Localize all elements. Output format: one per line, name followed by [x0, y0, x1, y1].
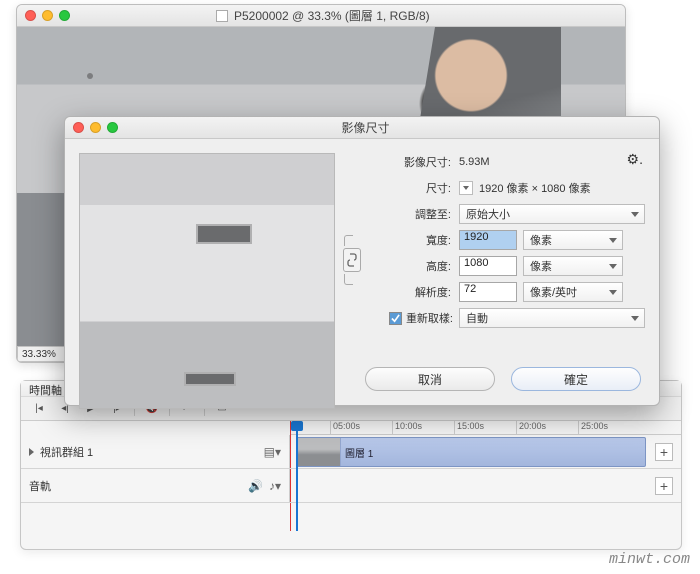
ruler-tick: 05:00s: [330, 421, 392, 434]
audio-track-label: 音軌: [29, 478, 51, 494]
document-title: P5200002 @ 33.3% (圖層 1, RGB/8): [234, 7, 430, 24]
dialog-preview: [79, 153, 335, 409]
speaker-icon[interactable]: 🔊: [248, 479, 263, 493]
add-audio-button[interactable]: +: [655, 477, 673, 495]
video-track-label: 視訊群組 1: [40, 444, 93, 460]
image-detail: [196, 224, 252, 244]
height-label: 高度:: [369, 258, 453, 274]
resample-checkbox[interactable]: [389, 312, 402, 325]
video-track-header[interactable]: 視訊群組 1 ▤▾: [21, 435, 290, 468]
document-titlebar[interactable]: P5200002 @ 33.3% (圖層 1, RGB/8): [17, 5, 625, 27]
image-detail: [184, 372, 236, 386]
audio-track-row: 音軌 🔊 ♪▾ +: [21, 469, 681, 503]
music-note-icon[interactable]: ♪▾: [269, 479, 281, 493]
dimensions-unit-select[interactable]: [459, 181, 473, 195]
dialog-titlebar[interactable]: 影像尺寸: [65, 117, 659, 139]
dimensions-label: 尺寸:: [349, 180, 453, 196]
dialog-title: 影像尺寸: [80, 119, 651, 136]
watermark: minwt.com: [609, 551, 690, 568]
preview-image: [80, 154, 334, 408]
fit-to-label: 調整至:: [349, 206, 453, 222]
resolution-unit-select[interactable]: 像素/英吋: [523, 282, 623, 302]
window-minimize-icon[interactable]: [42, 10, 53, 21]
check-icon: [391, 314, 400, 323]
resample-value: 自動: [466, 310, 488, 326]
image-size-value: 5.93M: [459, 156, 490, 168]
window-close-icon[interactable]: [25, 10, 36, 21]
image-size-dialog: 影像尺寸 ⚙. 影像尺寸: 5.93M 尺寸: 1920 像素 × 1080 像…: [64, 116, 660, 406]
height-unit-value: 像素: [530, 258, 552, 274]
zoom-value: 33.33%: [22, 349, 56, 360]
resolution-unit-value: 像素/英吋: [530, 284, 577, 300]
document-proxy-icon[interactable]: [216, 10, 228, 22]
image-detail: [87, 73, 93, 79]
disclosure-icon[interactable]: [29, 448, 34, 456]
fit-to-value: 原始大小: [466, 206, 510, 222]
window-maximize-icon[interactable]: [59, 10, 70, 21]
filmstrip-icon[interactable]: ▤▾: [264, 445, 281, 459]
goto-start-button[interactable]: |◂: [27, 400, 51, 418]
add-media-button[interactable]: +: [655, 443, 673, 461]
height-unit-select[interactable]: 像素: [523, 256, 623, 276]
height-input[interactable]: 1080: [459, 256, 517, 276]
width-input[interactable]: 1920: [459, 230, 517, 250]
width-unit-value: 像素: [530, 232, 552, 248]
ruler-tick: 25:00s: [578, 421, 640, 434]
dialog-buttons: 取消 確定: [365, 367, 641, 391]
ruler-tick: 10:00s: [392, 421, 454, 434]
cancel-button[interactable]: 取消: [365, 367, 495, 391]
dialog-form: 影像尺寸: 5.93M 尺寸: 1920 像素 × 1080 像素 調整至: 原…: [349, 149, 645, 363]
timeline-ruler[interactable]: 05:00s 10:00s 15:00s 20:00s 25:00s: [290, 421, 681, 435]
audio-track-header[interactable]: 音軌 🔊 ♪▾: [21, 469, 290, 502]
fit-to-select[interactable]: 原始大小: [459, 204, 645, 224]
ruler-tick: 20:00s: [516, 421, 578, 434]
resolution-label: 解析度:: [369, 284, 453, 300]
resample-method-select[interactable]: 自動: [459, 308, 645, 328]
width-label: 寬度:: [369, 232, 453, 248]
dimensions-value: 1920 像素 × 1080 像素: [479, 180, 591, 196]
width-unit-select[interactable]: 像素: [523, 230, 623, 250]
clip-label: 圖層 1: [341, 445, 373, 460]
clip-thumbnail: [297, 438, 341, 466]
playhead[interactable]: [296, 421, 298, 531]
ruler-tick: 15:00s: [454, 421, 516, 434]
video-clip[interactable]: 圖層 1: [296, 437, 646, 467]
ok-button[interactable]: 確定: [511, 367, 641, 391]
resolution-input[interactable]: 72: [459, 282, 517, 302]
image-size-label: 影像尺寸:: [349, 154, 453, 170]
resample-label: 重新取樣:: [406, 310, 453, 326]
